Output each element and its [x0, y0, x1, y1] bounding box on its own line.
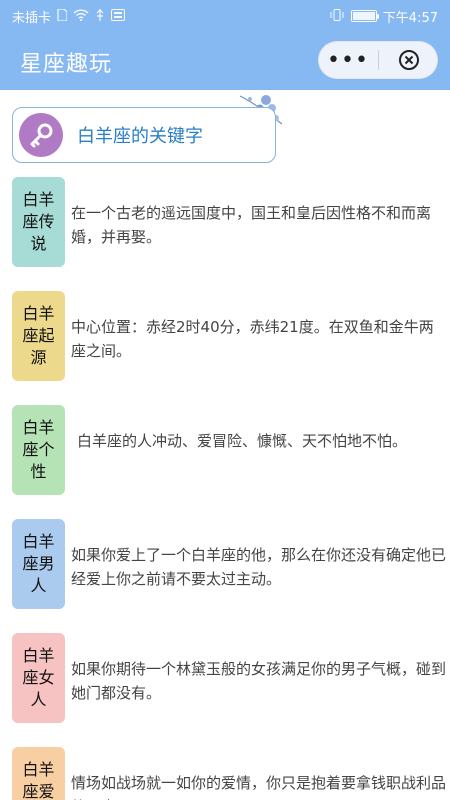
item-text: 白羊座的人冲动、爱冒险、慷慨、天不怕地不怕。 [77, 432, 408, 450]
close-button[interactable] [379, 41, 438, 79]
status-time: 下午4:57 [382, 10, 438, 26]
notification-icon [111, 8, 126, 24]
item-text: 情场如战场就一如你的爱情，你只是抱着要拿钱职战利品的心态 [71, 774, 447, 800]
status-left: 未插卡 [12, 7, 126, 26]
item-text: 中心位置：赤经2时40分，赤纬21度。在双鱼和金牛两座之间。 [71, 318, 434, 360]
app-title: 星座趣玩 [20, 52, 113, 77]
status-bar: 未插卡 下午4:57 [0, 0, 450, 32]
item-text: 如果你爱上了一个白羊座的他，那么在你还没有确定他已经爱上你之前请不要太过主动。 [71, 546, 447, 588]
item-badge: 白羊座起源 [12, 291, 65, 381]
wifi-icon [73, 8, 89, 24]
more-button[interactable]: ••• [318, 41, 378, 79]
item-badge: 白羊座女人 [12, 633, 65, 723]
nav-bar: 星座趣玩 ••• [0, 32, 450, 90]
item-badge: 白羊座传说 [12, 177, 65, 267]
key-icon [30, 123, 53, 148]
mini-program-capsule: ••• [318, 41, 438, 79]
item-badge: 白羊座爱情 [12, 747, 65, 800]
keyword-card[interactable]: 白羊座的关键字 [12, 107, 276, 163]
keyword-title: 白羊座的关键字 [77, 126, 203, 147]
battery-icon [350, 10, 379, 22]
usb-icon [95, 8, 105, 24]
item-text: 在一个古老的遥远国度中，国王和皇后因性格不和而离婚，并再娶。 [71, 204, 432, 246]
sim-status-text: 未插卡 [12, 10, 52, 26]
item-badge: 白羊座男人 [12, 519, 65, 609]
content-area[interactable]: 白羊座的关键字 白羊座传说 在一个古老的遥远国度中，国王和皇后因性格不和而离婚，… [0, 90, 450, 800]
close-circle-icon [398, 50, 419, 70]
item-badge: 白羊座个性 [12, 405, 65, 495]
key-badge [19, 113, 63, 157]
item-text: 如果你期待一个林黛玉般的女孩满足你的男子气概，碰到她门都没有。 [71, 660, 447, 702]
status-right: 下午4:57 [329, 7, 438, 26]
sim-card-icon [57, 7, 68, 24]
vibrate-icon [329, 8, 345, 24]
